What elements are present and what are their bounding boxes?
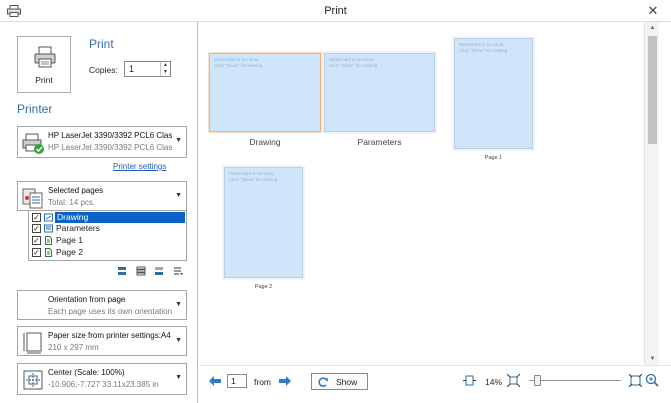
paper-size-dropdown[interactable]: Paper size from printer settings:A4 210 … — [17, 326, 187, 356]
preview-label: Page 2 — [254, 284, 273, 290]
scale-dropdown[interactable]: Center (Scale: 100%) -10.906;-7.727 33.1… — [17, 363, 187, 395]
tree-item-label: Page 2 — [56, 247, 83, 257]
show-button[interactable]: Show — [311, 373, 368, 390]
layout-stack-icon[interactable] — [117, 266, 127, 276]
preview-page-parameters[interactable]: Watermark is too slow. Click "Show" for v… — [325, 54, 434, 131]
tree-item-page-1[interactable]: ✓ Page 1 — [29, 235, 186, 246]
preview-label: Drawing — [249, 137, 281, 147]
scrollbar-thumb[interactable] — [648, 36, 657, 144]
fit-page-icon[interactable] — [629, 374, 642, 387]
tree-item-label: Drawing — [55, 212, 185, 223]
page-icon — [45, 248, 52, 257]
scroll-down-icon[interactable]: ▼ — [645, 353, 660, 365]
page-preview-area[interactable]: Watermark is too slow. Click "Show" for v… — [199, 22, 644, 365]
preview-label: Parameters — [357, 137, 402, 147]
vertical-scrollbar[interactable]: ▲ ▼ — [644, 22, 659, 365]
settings-panel: Print Print Copies: 1 ▲ ▼ Printer HP Las… — [0, 22, 198, 403]
zoom-in-icon[interactable] — [645, 373, 659, 387]
close-icon[interactable]: ✕ — [645, 3, 661, 19]
chevron-down-icon[interactable]: ▼ — [175, 337, 182, 344]
scale-title: Center (Scale: 100%) — [48, 368, 125, 377]
decrement-icon[interactable]: ▼ — [161, 69, 170, 76]
copies-value[interactable]: 1 — [129, 64, 134, 74]
layout-rows-icon[interactable] — [136, 266, 146, 276]
chevron-down-icon[interactable]: ▼ — [175, 374, 182, 381]
watermark-text: Watermark is too slow. Click "Show" for v… — [459, 42, 508, 53]
checkbox[interactable]: ✓ — [32, 236, 41, 245]
previous-page-icon[interactable] — [208, 375, 222, 387]
orientation-subtitle: Each page uses its own orientation — [48, 307, 172, 316]
printer-settings-link[interactable]: Printer settings — [113, 162, 166, 171]
printer-name: HP LaserJet 3390/3392 PCL6 Clas... — [48, 131, 172, 140]
paper-size-title: Paper size from printer settings:A4 — [48, 331, 171, 340]
preview-page-2[interactable]: Watermark is too slow. Click "Show" for v… — [225, 168, 302, 277]
parameters-sheet-icon — [44, 224, 53, 233]
pages-tree: ✓ Drawing ✓ Parameters ✓ Page 1 ✓ Page 2 — [28, 211, 187, 261]
preview-toolbar: 1 from Show 14% — [199, 365, 671, 403]
preview-page-drawing[interactable]: Watermark is too slow. Click "Show" for v… — [210, 54, 320, 131]
watermark-text: Watermark is too slow. Click "Show" for v… — [229, 171, 278, 182]
preview-page-1[interactable]: Watermark is too slow. Click "Show" for v… — [455, 39, 532, 148]
tree-item-page-2[interactable]: ✓ Page 2 — [29, 247, 186, 258]
copies-spinner[interactable]: ▲ ▼ — [160, 62, 170, 76]
printer-dropdown[interactable]: HP LaserJet 3390/3392 PCL6 Clas... HP La… — [17, 126, 187, 158]
increment-icon[interactable]: ▲ — [161, 62, 170, 69]
printer-heading: Printer — [17, 102, 53, 116]
printer-subtitle: HP LaserJet 3390/3392 PCL6 Clas... — [48, 143, 172, 152]
window-title: Print — [324, 5, 347, 17]
drawing-sheet-icon — [44, 213, 53, 222]
orientation-dropdown[interactable]: Orientation from page Each page uses its… — [17, 290, 187, 320]
orientation-title: Orientation from page — [48, 295, 126, 304]
pages-selection-icon — [22, 188, 43, 209]
fit-width-icon[interactable] — [463, 374, 476, 387]
printer-icon — [34, 46, 56, 68]
watermark-text: Watermark is too slow. Click "Show" for v… — [214, 57, 263, 68]
refresh-icon — [318, 377, 328, 387]
list-options-icon[interactable] — [173, 266, 183, 276]
next-page-icon[interactable] — [278, 375, 292, 387]
printer-ready-icon — [22, 133, 44, 154]
scroll-up-icon[interactable]: ▲ — [645, 22, 660, 34]
print-button-label: Print — [35, 75, 53, 85]
zoom-slider-track[interactable] — [529, 380, 621, 381]
copies-label: Copies: — [89, 65, 118, 75]
chevron-down-icon[interactable]: ▼ — [175, 192, 182, 199]
chevron-down-icon[interactable]: ▼ — [175, 137, 182, 144]
print-button[interactable]: Print — [17, 36, 71, 93]
zoom-out-fit-icon[interactable] — [507, 374, 520, 387]
checkbox[interactable]: ✓ — [32, 224, 41, 233]
page-number-input[interactable]: 1 — [227, 374, 247, 388]
center-scale-icon — [23, 370, 43, 390]
paper-size-subtitle: 210 x 297 mm — [48, 343, 99, 352]
show-button-label: Show — [336, 377, 358, 387]
checkbox[interactable]: ✓ — [32, 248, 41, 257]
checkbox[interactable]: ✓ — [32, 213, 41, 222]
pages-subtitle: Total: 14 pcs. — [48, 198, 96, 207]
tree-item-drawing[interactable]: ✓ Drawing — [29, 212, 186, 223]
zoom-level: 14% — [485, 377, 503, 387]
scale-subtitle: -10.906;-7.727 33.11x23.385 in — [48, 380, 159, 389]
zoom-slider-thumb[interactable] — [533, 375, 541, 386]
paper-size-icon — [23, 332, 42, 354]
page-icon — [45, 236, 52, 245]
tree-item-label: Page 1 — [56, 235, 83, 245]
layout-toolbar — [117, 266, 189, 278]
chevron-down-icon[interactable]: ▼ — [175, 301, 182, 308]
pages-title: Selected pages — [48, 186, 104, 195]
title-bar: Print ✕ — [0, 0, 671, 22]
preview-label: Page 1 — [484, 155, 503, 161]
copies-stepper[interactable]: 1 ▲ ▼ — [124, 61, 171, 77]
layout-split-icon[interactable] — [154, 266, 164, 276]
from-label: from — [254, 377, 271, 387]
print-heading: Print — [89, 37, 114, 51]
tree-item-label: Parameters — [56, 223, 100, 233]
tree-item-parameters[interactable]: ✓ Parameters — [29, 223, 186, 234]
watermark-text: Watermark is too slow. Click "Show" for v… — [329, 57, 378, 68]
pages-dropdown[interactable]: Selected pages Total: 14 pcs. ▼ — [17, 181, 187, 211]
